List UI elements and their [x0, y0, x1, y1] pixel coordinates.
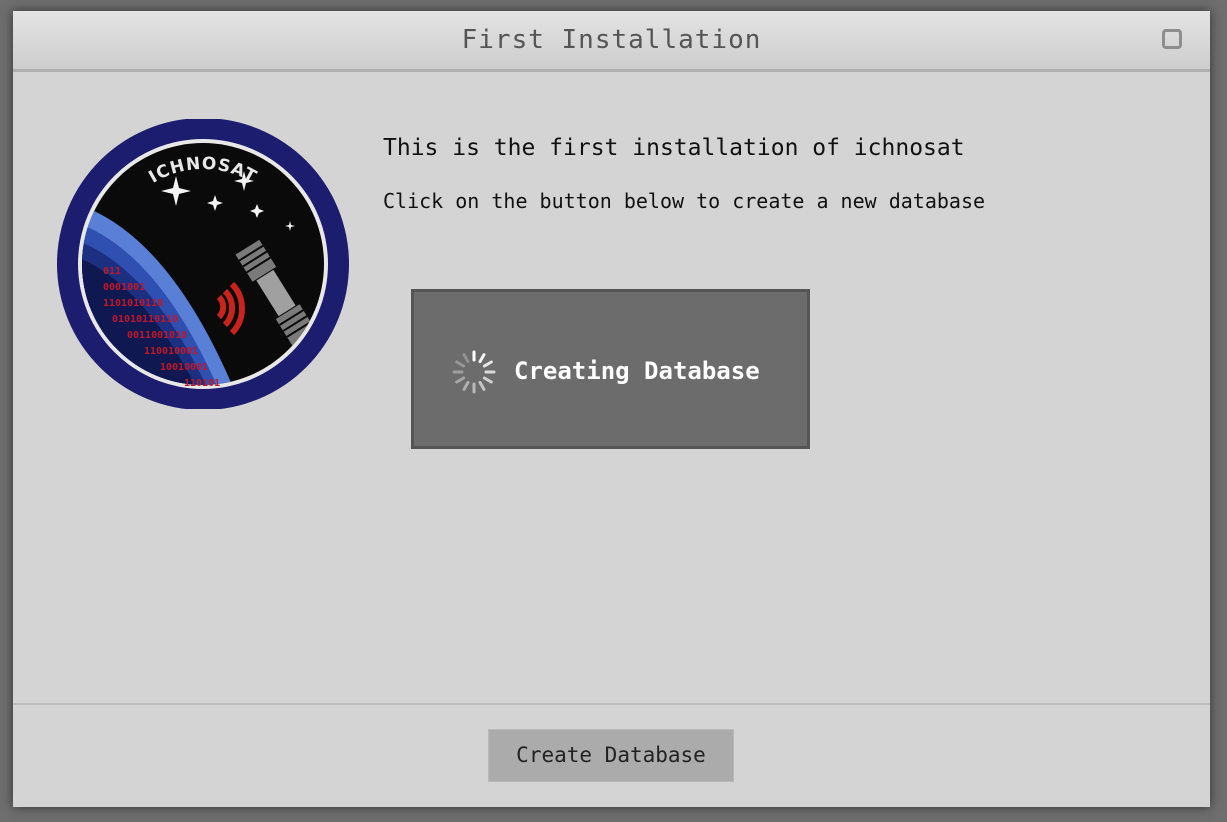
installation-heading: This is the first installation of ichnos… — [383, 135, 965, 161]
svg-text:0011001010: 0011001010 — [127, 330, 187, 341]
creating-database-progress: Creating Database — [411, 289, 810, 449]
window-title: First Installation — [461, 25, 762, 55]
first-installation-window: First Installation ICHNOSAT 011 0001001 … — [13, 11, 1210, 807]
svg-text:0001001: 0001001 — [103, 282, 145, 293]
progress-label: Creating Database — [514, 357, 760, 385]
title-bar: First Installation — [13, 11, 1210, 72]
svg-text:110010001: 110010001 — [144, 346, 198, 357]
loading-spinner-icon — [452, 350, 496, 394]
svg-text:011: 011 — [103, 266, 121, 277]
svg-text:110101: 110101 — [184, 378, 220, 389]
footer-divider — [13, 703, 1210, 705]
svg-text:10010001: 10010001 — [160, 362, 208, 373]
svg-text:01010110110: 01010110110 — [112, 314, 178, 325]
create-database-button[interactable]: Create Database — [488, 729, 734, 782]
svg-text:1101010110: 1101010110 — [103, 298, 163, 309]
maximize-icon[interactable] — [1162, 29, 1182, 49]
installation-instruction: Click on the button below to create a ne… — [383, 189, 986, 213]
ichnosat-logo: ICHNOSAT 011 0001001 1101010110 01010110… — [57, 119, 349, 409]
